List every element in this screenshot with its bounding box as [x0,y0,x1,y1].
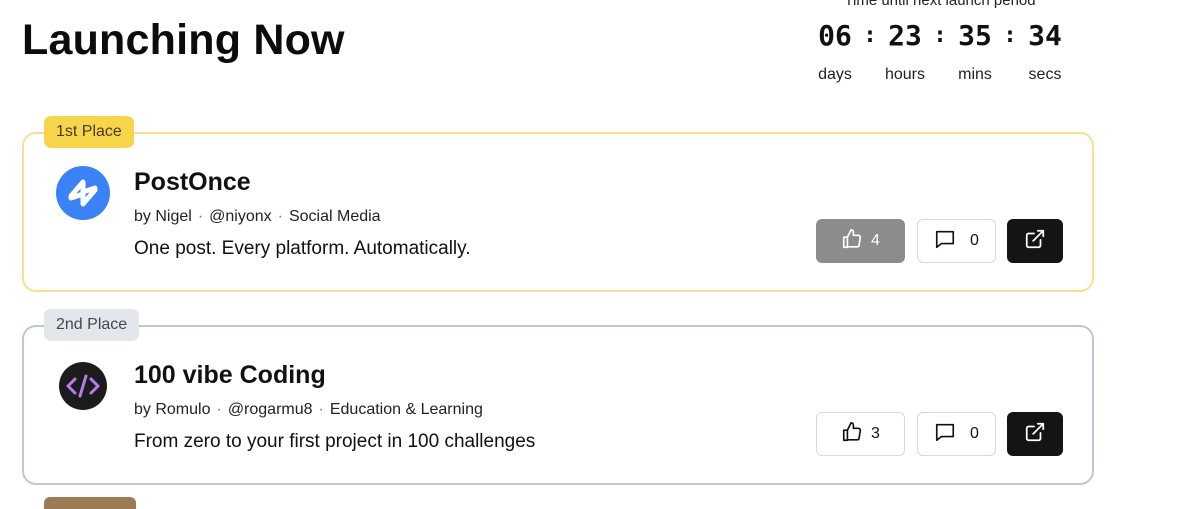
upvote-button[interactable]: 3 [816,412,905,456]
countdown-hours: 23 hours [878,18,932,84]
comment-button[interactable]: 0 [917,412,996,456]
external-link-icon [1024,421,1046,448]
visit-website-button[interactable] [1007,219,1063,263]
product-category[interactable]: Social Media [289,208,381,225]
comment-icon [934,228,956,255]
product-meta: by Romulo · @rogarmu8 · Education & Learning [134,401,483,418]
countdown-secs-value: 34 [1028,19,1062,52]
countdown-hours-label: hours [884,66,926,83]
product-name[interactable]: PostOnce [134,168,251,197]
visit-website-button[interactable] [1007,412,1063,456]
countdown-separator: : [863,23,877,48]
countdown-mins: 35 mins [948,18,1002,84]
upvote-count: 4 [871,232,880,249]
countdown-separator: : [1003,23,1017,48]
upvote-button[interactable]: 4 [816,219,905,263]
comment-count: 0 [970,425,979,442]
place-badge: 2nd Place [44,309,140,341]
product-meta: by Nigel · @niyonx · Social Media [134,208,381,225]
product-author[interactable]: by Romulo [134,401,210,418]
countdown-days: 06 days [808,18,862,84]
postonce-logo-icon[interactable] [56,166,110,220]
launch-card-100-vibe-coding[interactable]: 2nd Place 100 vibe Coding by Romulo · @rog… [22,309,1094,485]
countdown-row: 06 days : 23 hours : 35 mins : 34 secs [800,18,1080,84]
third-place-badge [44,497,136,509]
countdown-hours-value: 23 [888,19,922,52]
countdown-caption: Time until next launch period [844,0,1036,9]
countdown-separator: : [933,23,947,48]
countdown-days-value: 06 [818,19,852,52]
place-badge: 1st Place [44,116,134,148]
countdown-secs-label: secs [1028,66,1062,83]
launch-countdown: Time until next launch period 06 days : … [800,0,1080,84]
comment-button[interactable]: 0 [917,219,996,263]
thumbs-up-icon [841,228,863,255]
countdown-mins-value: 35 [958,19,992,52]
launch-card-postonce[interactable]: 1st Place PostOnce by Nigel · @niyonx · Soci… [22,116,1094,292]
countdown-days-label: days [818,66,852,83]
product-tagline: One post. Every platform. Automatically. [134,238,471,259]
product-handle[interactable]: @niyonx [209,208,272,225]
product-handle[interactable]: @rogarmu8 [228,401,313,418]
product-author[interactable]: by Nigel [134,208,192,225]
code-brackets-icon[interactable] [56,359,110,413]
countdown-secs: 34 secs [1018,18,1072,84]
product-tagline: From zero to your first project in 100 c… [134,431,536,452]
external-link-icon [1024,228,1046,255]
countdown-mins-label: mins [958,66,992,83]
comment-count: 0 [970,232,979,249]
thumbs-up-icon [841,421,863,448]
product-name[interactable]: 100 vibe Coding [134,361,326,390]
comment-icon [934,421,956,448]
product-category[interactable]: Education & Learning [330,401,483,418]
upvote-count: 3 [871,425,880,442]
page-title: Launching Now [22,16,345,64]
